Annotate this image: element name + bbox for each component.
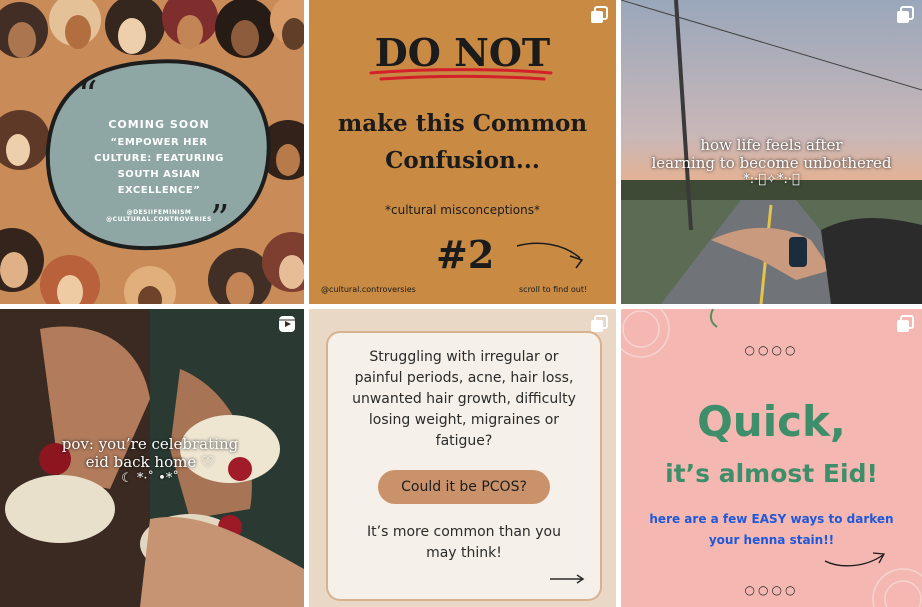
profile-post-grid: “ ” COMING SOON “EMPOWER HER CULTURE: FE…	[0, 0, 922, 607]
svg-text:“: “	[78, 73, 97, 117]
pcos-button[interactable]: Could it be PCOS?	[378, 470, 550, 504]
red-scribble-underline	[369, 68, 553, 81]
carousel-icon	[896, 6, 914, 24]
caption-moon-sparkles: ☾ *·˚ •*˚	[121, 471, 179, 486]
pcos-question: Struggling with irregular or painful per…	[352, 349, 576, 449]
post-line1: make this Common	[337, 110, 588, 137]
post-line2: Confusion...	[385, 147, 540, 174]
post-coming-soon[interactable]: “ ” COMING SOON “EMPOWER HER CULTURE: FE…	[0, 0, 304, 304]
arrow-icon	[516, 242, 584, 269]
caption-line2: eid back home ♡	[85, 453, 215, 471]
post-number: #2	[436, 232, 495, 277]
post-title: Quick,	[697, 397, 846, 446]
caption-sparkles: *:·ﾟ✧*:·ﾟ	[743, 172, 800, 187]
carousel-icon	[896, 315, 914, 333]
post-quote: “EMPOWER HER CULTURE: FEATURING SOUTH AS…	[94, 137, 224, 196]
post-eid-back-home[interactable]: pov: you’re celebrating eid back home ♡ …	[0, 309, 304, 607]
handle-cultural-controversies: @CULTURAL.CONTROVERIES	[106, 216, 212, 223]
post-heading: COMING SOON	[108, 118, 210, 131]
post-henna-tips[interactable]: ○○○○ Quick, it’s almost Eid! here are a …	[621, 309, 922, 607]
dots-top: ○○○○	[744, 343, 799, 357]
post-pcos[interactable]: Struggling with irregular or painful per…	[309, 309, 616, 607]
pcos-card: Struggling with irregular or painful per…	[326, 331, 602, 601]
reel-icon	[278, 315, 296, 333]
caption-line2: learning to become unbothered	[651, 154, 892, 172]
handle-desiifeminism: @DESIIFEMINISM	[126, 209, 192, 216]
dots-bottom: ○○○○	[744, 583, 799, 597]
arrow-right-icon	[550, 574, 585, 584]
carousel-icon	[590, 315, 608, 333]
post-subtitle: *cultural misconceptions*	[385, 203, 540, 217]
pcos-footer: It’s more common than you may think!	[367, 524, 561, 561]
footer-handle: @cultural.controversies	[321, 285, 416, 294]
post-do-not[interactable]: DO NOT make this Common Confusion... *cu…	[309, 0, 616, 304]
post-subtitle: it’s almost Eid!	[665, 459, 878, 488]
footer-scroll-text: scroll to find out!	[519, 285, 588, 294]
caption-line1: how life feels after	[700, 136, 843, 154]
carousel-icon	[590, 6, 608, 24]
caption-line1: pov: you’re celebrating	[61, 435, 239, 453]
post-unbothered[interactable]: how life feels after learning to become …	[621, 0, 922, 304]
arrow-icon	[824, 552, 886, 567]
